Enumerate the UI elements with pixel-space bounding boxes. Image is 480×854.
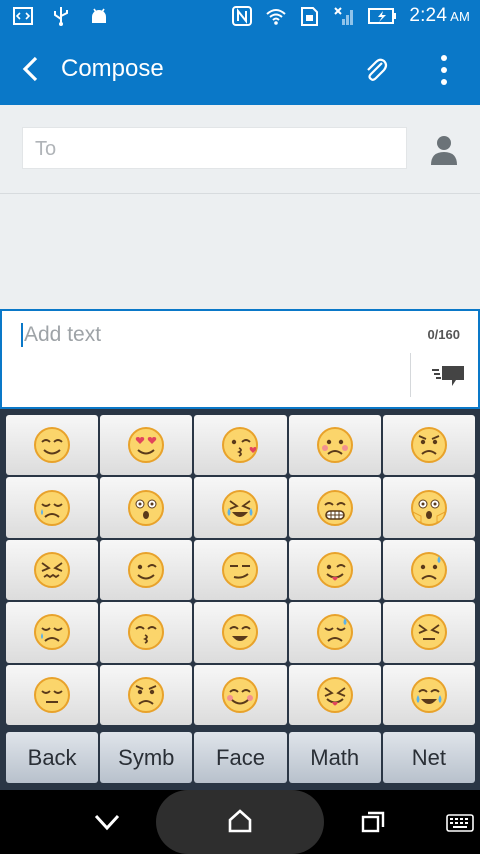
emoji-key[interactable] (6, 539, 99, 601)
emoji-key[interactable] (194, 664, 287, 725)
emoji-key[interactable] (382, 415, 475, 476)
status-bar: 2:24 AM (0, 0, 480, 33)
keyboard-tab-symb[interactable]: Symb (100, 732, 193, 783)
emoji-key[interactable] (6, 602, 99, 663)
sad-tear-face-icon (34, 489, 71, 526)
emoji-key[interactable] (100, 415, 193, 476)
text-cursor (21, 323, 23, 347)
keyboard-tab-face[interactable]: Face (194, 732, 287, 783)
keyboard-tab-math[interactable]: Math (288, 732, 381, 783)
emoji-key[interactable] (6, 477, 99, 538)
more-options-icon[interactable] (432, 53, 456, 87)
emoji-key[interactable] (194, 539, 287, 601)
worried-face-icon (410, 551, 447, 588)
contact-person-icon[interactable] (428, 133, 460, 167)
recipient-area: To (0, 105, 480, 194)
battery-charging-icon (368, 8, 397, 24)
pensive-face-icon (34, 676, 71, 713)
back-arrow-icon[interactable] (18, 55, 44, 83)
emoji-key[interactable] (382, 539, 475, 601)
to-field[interactable]: To (22, 127, 407, 169)
blushing-smile-face-icon (222, 676, 259, 713)
squinting-tongue-face-icon (316, 676, 353, 713)
wifi-icon (266, 9, 286, 25)
winking-face-icon (128, 551, 165, 588)
keyboard-tab-back[interactable]: Back (6, 732, 99, 783)
emoji-key[interactable] (382, 602, 475, 663)
smirking-face-icon (222, 551, 259, 588)
character-counter: 0/160 (427, 327, 460, 342)
emoji-key[interactable] (194, 415, 287, 476)
to-placeholder: To (35, 138, 57, 160)
app-bar: Compose (0, 33, 480, 105)
sad-sweat-face-icon (316, 614, 353, 651)
emoji-key[interactable] (100, 477, 193, 538)
no-signal-icon (334, 7, 354, 25)
persevering-face-icon (410, 614, 447, 651)
kissing-face-icon (128, 614, 165, 651)
nfc-icon (232, 6, 253, 26)
emoji-key[interactable] (6, 664, 99, 725)
clock-time: 2:24 (409, 5, 448, 26)
confounded-face-icon (34, 551, 71, 588)
usb-icon (54, 7, 68, 26)
disappointed-relieved-face-icon (34, 614, 71, 651)
recent-apps-icon[interactable] (360, 810, 386, 834)
emoji-key[interactable] (288, 477, 381, 538)
keyboard-icon[interactable] (446, 814, 474, 832)
emoji-key[interactable] (288, 664, 381, 725)
emoji-key[interactable] (100, 539, 193, 601)
screaming-face-icon (410, 489, 447, 526)
clock: 2:24 AM (409, 5, 470, 27)
paperclip-icon[interactable] (362, 55, 388, 85)
grinning-teeth-face-icon (316, 489, 353, 526)
emoji-grid (6, 415, 475, 725)
kissing-heart-face-icon (222, 427, 259, 464)
emoji-key[interactable] (288, 539, 381, 601)
crying-face-icon (222, 489, 259, 526)
smiling-face-icon (34, 427, 71, 464)
send-icon[interactable] (430, 363, 466, 389)
android-debug-icon (92, 8, 106, 23)
pouting-face-icon (128, 676, 165, 713)
emoji-key[interactable] (288, 602, 381, 663)
code-icon (13, 7, 33, 25)
angry-face-icon (410, 427, 447, 464)
surprised-face-icon (128, 489, 165, 526)
emoji-key[interactable] (382, 664, 475, 725)
hide-keyboard-chevron-icon[interactable] (94, 812, 120, 832)
page-title: Compose (61, 55, 164, 82)
keyboard-tab-net[interactable]: Net (382, 732, 476, 783)
emoji-key[interactable] (100, 602, 193, 663)
navigation-bar (0, 790, 480, 854)
message-placeholder: Add text (24, 323, 102, 346)
flushed-worried-face-icon (316, 427, 353, 464)
emoji-key[interactable] (382, 477, 475, 538)
emoji-key[interactable] (288, 415, 381, 476)
home-icon[interactable] (227, 808, 253, 834)
emoji-key[interactable] (194, 602, 287, 663)
heart-eyes-face-icon (128, 427, 165, 464)
emoji-key[interactable] (194, 477, 287, 538)
sim-alert-icon (301, 7, 319, 26)
emoji-keyboard: Back Symb Face Math Net (0, 409, 480, 790)
divider (410, 353, 411, 397)
emoji-key[interactable] (100, 664, 193, 725)
clock-ampm: AM (450, 9, 470, 24)
emoji-key[interactable] (6, 415, 99, 476)
message-input[interactable]: Add text 0/160 (0, 309, 480, 409)
wink-tongue-face-icon (316, 551, 353, 588)
tears-of-joy-face-icon (410, 676, 447, 713)
smiling-open-mouth-face-icon (222, 614, 259, 651)
keyboard-tabs: Back Symb Face Math Net (6, 732, 476, 783)
